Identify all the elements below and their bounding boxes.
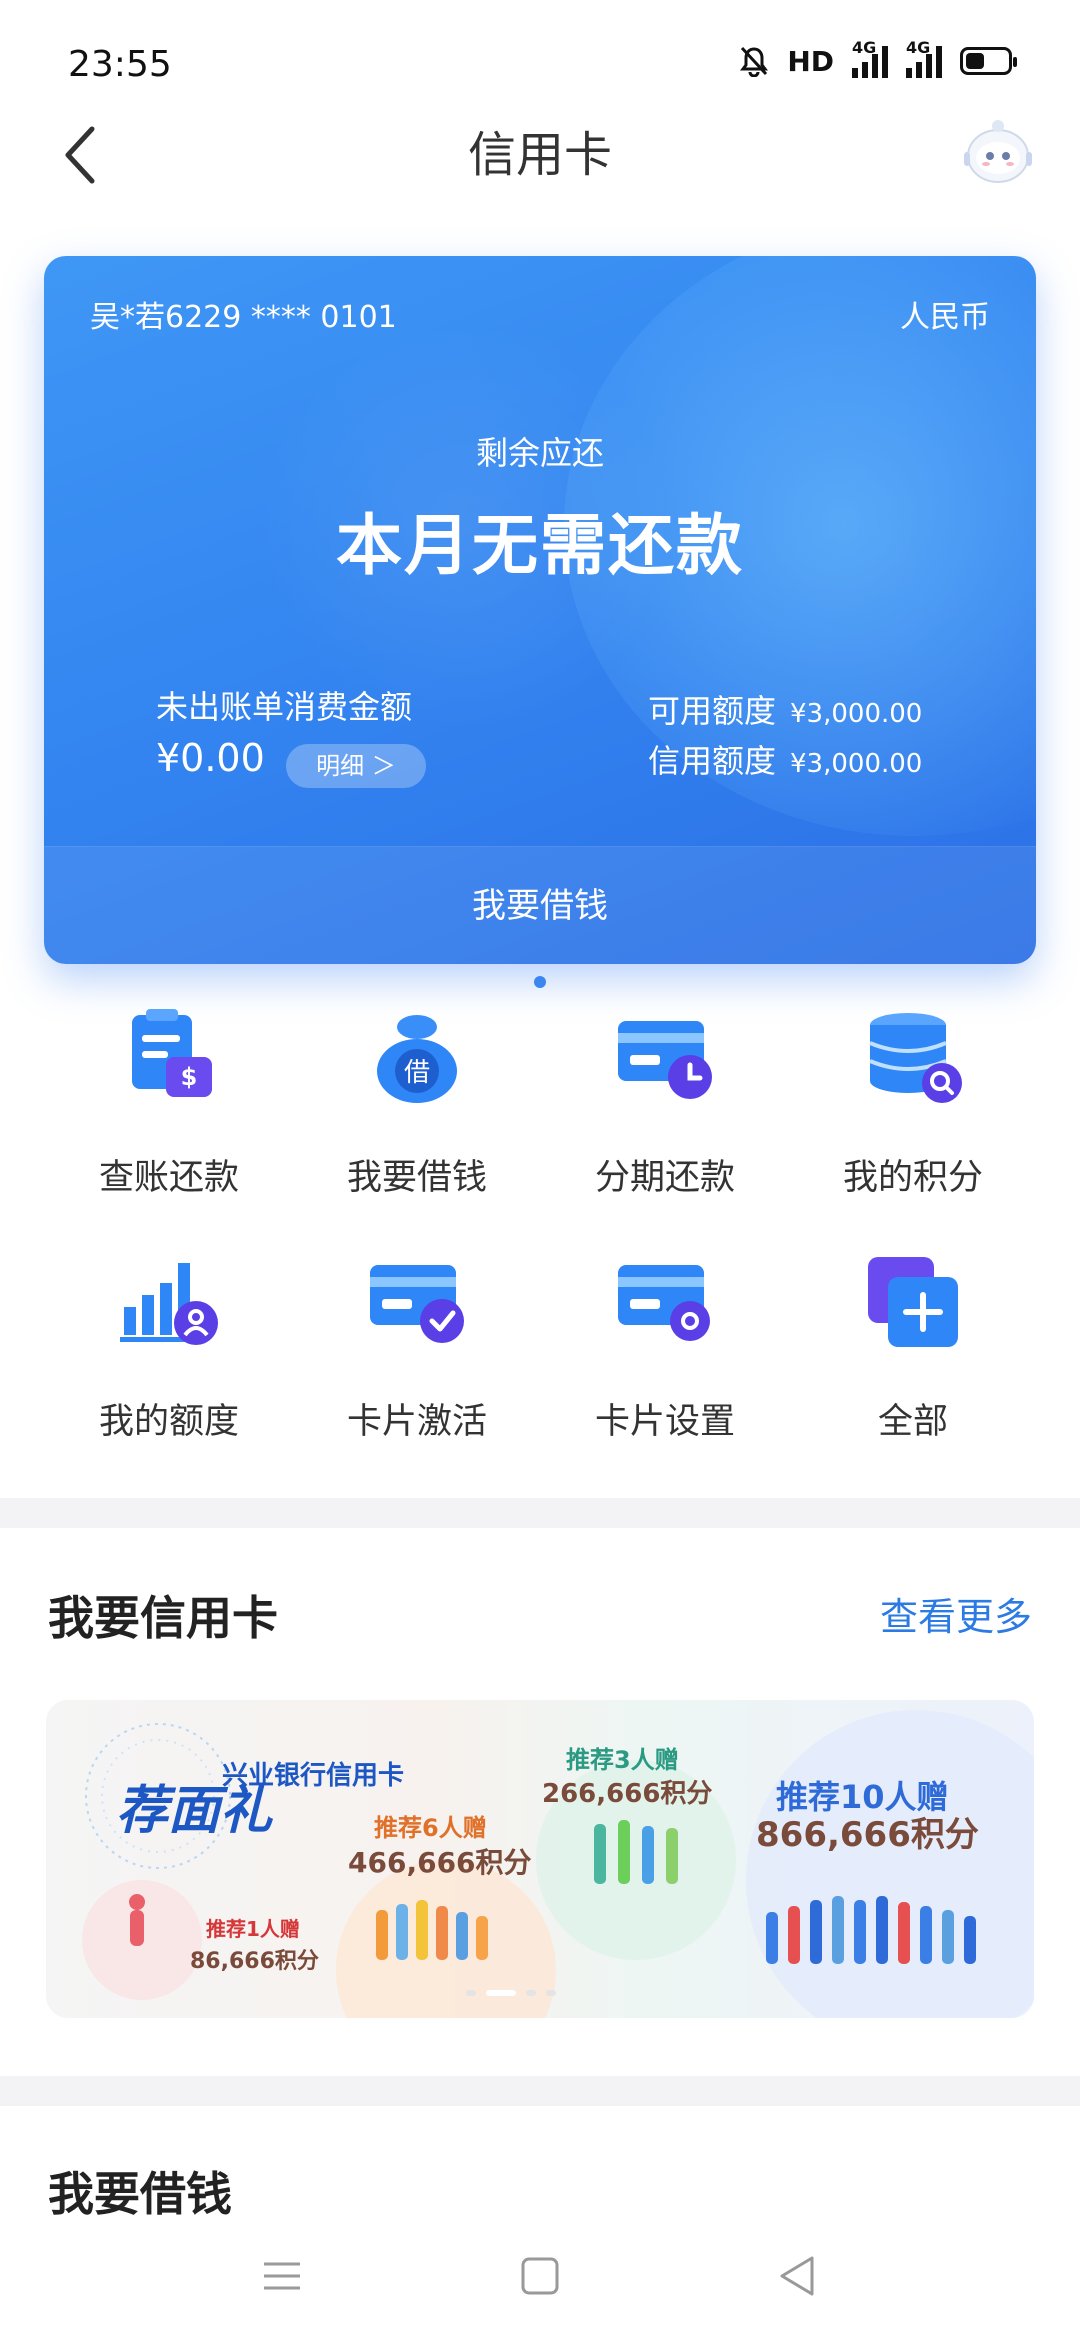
action-label: 卡片设置 — [594, 1402, 735, 1442]
action-label: 全部 — [877, 1402, 948, 1442]
menu-icon[interactable] — [262, 2256, 302, 2296]
tier1-headline: 推荐1人赠 — [206, 1917, 300, 1941]
section-title-cards: 我要信用卡 — [48, 1591, 278, 1645]
action-installment[interactable]: 分期还款 — [530, 1005, 800, 1200]
action-borrow[interactable]: 借 我要借钱 — [282, 1005, 552, 1200]
card-activate-icon — [370, 1265, 464, 1343]
action-points[interactable]: 我的积分 — [778, 1005, 1048, 1200]
unbilled-label: 未出账单消费金额 — [156, 688, 413, 726]
detail-button[interactable]: 明细 ＞ — [286, 744, 426, 788]
card-number: 吴*若6229 **** 0101 — [90, 300, 397, 335]
available-value: ¥3,000.00 — [790, 699, 923, 729]
battery-icon — [960, 47, 1017, 75]
action-credit-limit[interactable]: 我的额度 — [34, 1249, 304, 1444]
credit-card-panel[interactable]: 吴*若6229 **** 0101 人民币 剩余应还 本月无需还款 未出账单消费… — [44, 256, 1036, 964]
action-card-settings[interactable]: 卡片设置 — [530, 1249, 800, 1444]
section-divider — [0, 1498, 1080, 1528]
back-triangle-icon[interactable] — [776, 2254, 816, 2298]
signal-2-icon: 4G — [906, 38, 942, 78]
section-title-loan: 我要借钱 — [48, 2167, 232, 2221]
mute-bell-icon — [740, 46, 769, 77]
home-square-icon[interactable] — [520, 2256, 560, 2296]
section-divider — [0, 2076, 1080, 2106]
action-card-activate[interactable]: 卡片激活 — [282, 1249, 552, 1444]
tier2-headline: 推荐6人赠 — [374, 1814, 487, 1842]
carousel-indicator — [534, 976, 546, 988]
page-title: 信用卡 — [467, 127, 612, 183]
card-currency: 人民币 — [900, 300, 990, 335]
action-bill-pay[interactable]: $ 查账还款 — [34, 1005, 304, 1200]
view-more-link[interactable]: 查看更多 — [880, 1586, 1032, 1641]
action-label: 我的积分 — [842, 1158, 983, 1198]
unbilled-value: ¥0.00 — [156, 736, 265, 780]
hd-indicator: HD — [787, 44, 834, 78]
tier4-headline: 推荐10人赠 — [776, 1778, 949, 1816]
referral-banner-art: 兴业银行信用卡 荐面礼 推荐1人赠 86,666积分 推荐6人赠 466,666… — [82, 1710, 1034, 2018]
svg-text:借: 借 — [404, 1058, 430, 1088]
status-bar: 23:55 HD 4G 4G — [0, 0, 1080, 120]
available-limit-row: 可用额度 ¥3,000.00 — [648, 686, 922, 732]
installment-card-icon — [618, 1021, 712, 1099]
credit-limit-icon — [120, 1263, 218, 1345]
action-label: 分期还款 — [594, 1158, 735, 1198]
status-icons: HD 4G 4G — [739, 38, 1017, 78]
action-label: 查账还款 — [98, 1158, 239, 1198]
system-nav-bar — [0, 2220, 1080, 2340]
available-label: 可用额度 — [648, 692, 777, 730]
tier3-headline: 推荐3人赠 — [566, 1746, 679, 1774]
status-time: 23:55 — [68, 44, 172, 85]
header: 信用卡 — [0, 120, 1080, 270]
limit-value: ¥3,000.00 — [790, 749, 923, 779]
banner-brand-title: 荐面礼 — [116, 1780, 274, 1841]
tier1-points: 86,666积分 — [190, 1949, 319, 1974]
action-all[interactable]: 全部 — [778, 1249, 1048, 1444]
tier4-points: 866,666积分 — [756, 1815, 979, 1855]
svg-text:$: $ — [181, 1063, 198, 1091]
bill-pay-icon: $ — [132, 1009, 212, 1097]
loan-bag-icon: 借 — [377, 1015, 457, 1103]
credit-limit-row: 信用额度 ¥3,000.00 — [648, 736, 922, 782]
tier3-points: 266,666积分 — [542, 1779, 712, 1809]
remain-label: 剩余应还 — [475, 434, 604, 472]
limit-label: 信用额度 — [648, 742, 777, 780]
borrow-money-button[interactable]: 我要借钱 — [44, 846, 1036, 964]
robot-assistant-icon — [964, 120, 1032, 183]
all-plus-icon — [868, 1257, 958, 1347]
action-label: 卡片激活 — [346, 1402, 487, 1442]
points-database-icon — [869, 1013, 962, 1103]
card-settings-icon — [618, 1265, 710, 1341]
action-label: 我的额度 — [98, 1402, 239, 1442]
referral-banner[interactable]: 兴业银行信用卡 荐面礼 推荐1人赠 86,666积分 推荐6人赠 466,666… — [46, 1700, 1034, 2018]
action-label: 我要借钱 — [346, 1158, 487, 1198]
signal-1-icon: 4G — [852, 38, 888, 78]
assistant-button[interactable] — [958, 112, 1038, 192]
tier2-points: 466,666积分 — [348, 1846, 532, 1879]
remain-value: 本月无需还款 — [336, 507, 744, 584]
